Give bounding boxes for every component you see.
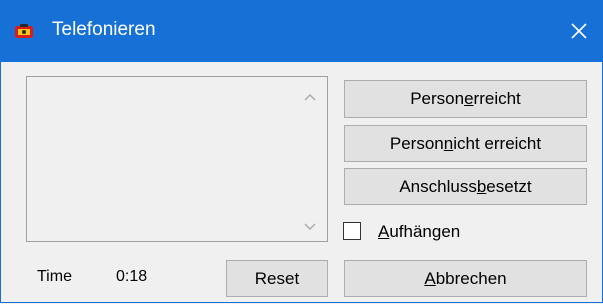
person-not-reached-button[interactable]: Person n icht erreicht — [344, 125, 587, 162]
reset-button[interactable]: Reset — [226, 260, 328, 297]
window-title: Telefonieren — [52, 19, 156, 40]
person-reached-label-post: rreicht — [473, 89, 521, 108]
line-busy-label-pre: Anschluss — [399, 176, 477, 196]
call-list[interactable] — [26, 76, 328, 242]
line-busy-label-post: esetzt — [486, 176, 532, 196]
abort-button[interactable]: Abbrechen — [344, 260, 587, 297]
hang-up-checkbox[interactable] — [343, 222, 361, 240]
phone-app-icon — [14, 23, 34, 39]
hang-up-label-post: ufhängen — [389, 222, 461, 241]
person-reached-mnemonic: e — [464, 89, 474, 108]
person-not-reached-label-post: icht erreicht — [453, 133, 542, 153]
hang-up-mnemonic: A — [378, 222, 390, 241]
person-not-reached-mnemonic: n — [443, 133, 454, 153]
time-value: 0:18 — [116, 268, 148, 285]
scroll-down-icon[interactable] — [302, 220, 318, 232]
abort-mnemonic: A — [424, 268, 436, 288]
line-busy-button[interactable]: Anschluss b esetzt — [344, 168, 587, 205]
person-reached-label-pre: Person — [410, 89, 465, 108]
title-bar[interactable]: Telefonieren — [0, 0, 603, 62]
person-not-reached-label-pre: Person — [389, 133, 444, 153]
person-reached-button[interactable]: Person e rreicht — [344, 80, 587, 118]
time-label: Time — [37, 268, 72, 285]
close-icon[interactable] — [570, 22, 588, 40]
scroll-up-icon[interactable] — [302, 90, 318, 102]
abort-label-post: bbrechen — [435, 268, 507, 288]
line-busy-mnemonic: b — [476, 176, 487, 196]
hang-up-label[interactable]: Aufhängen — [378, 222, 460, 242]
